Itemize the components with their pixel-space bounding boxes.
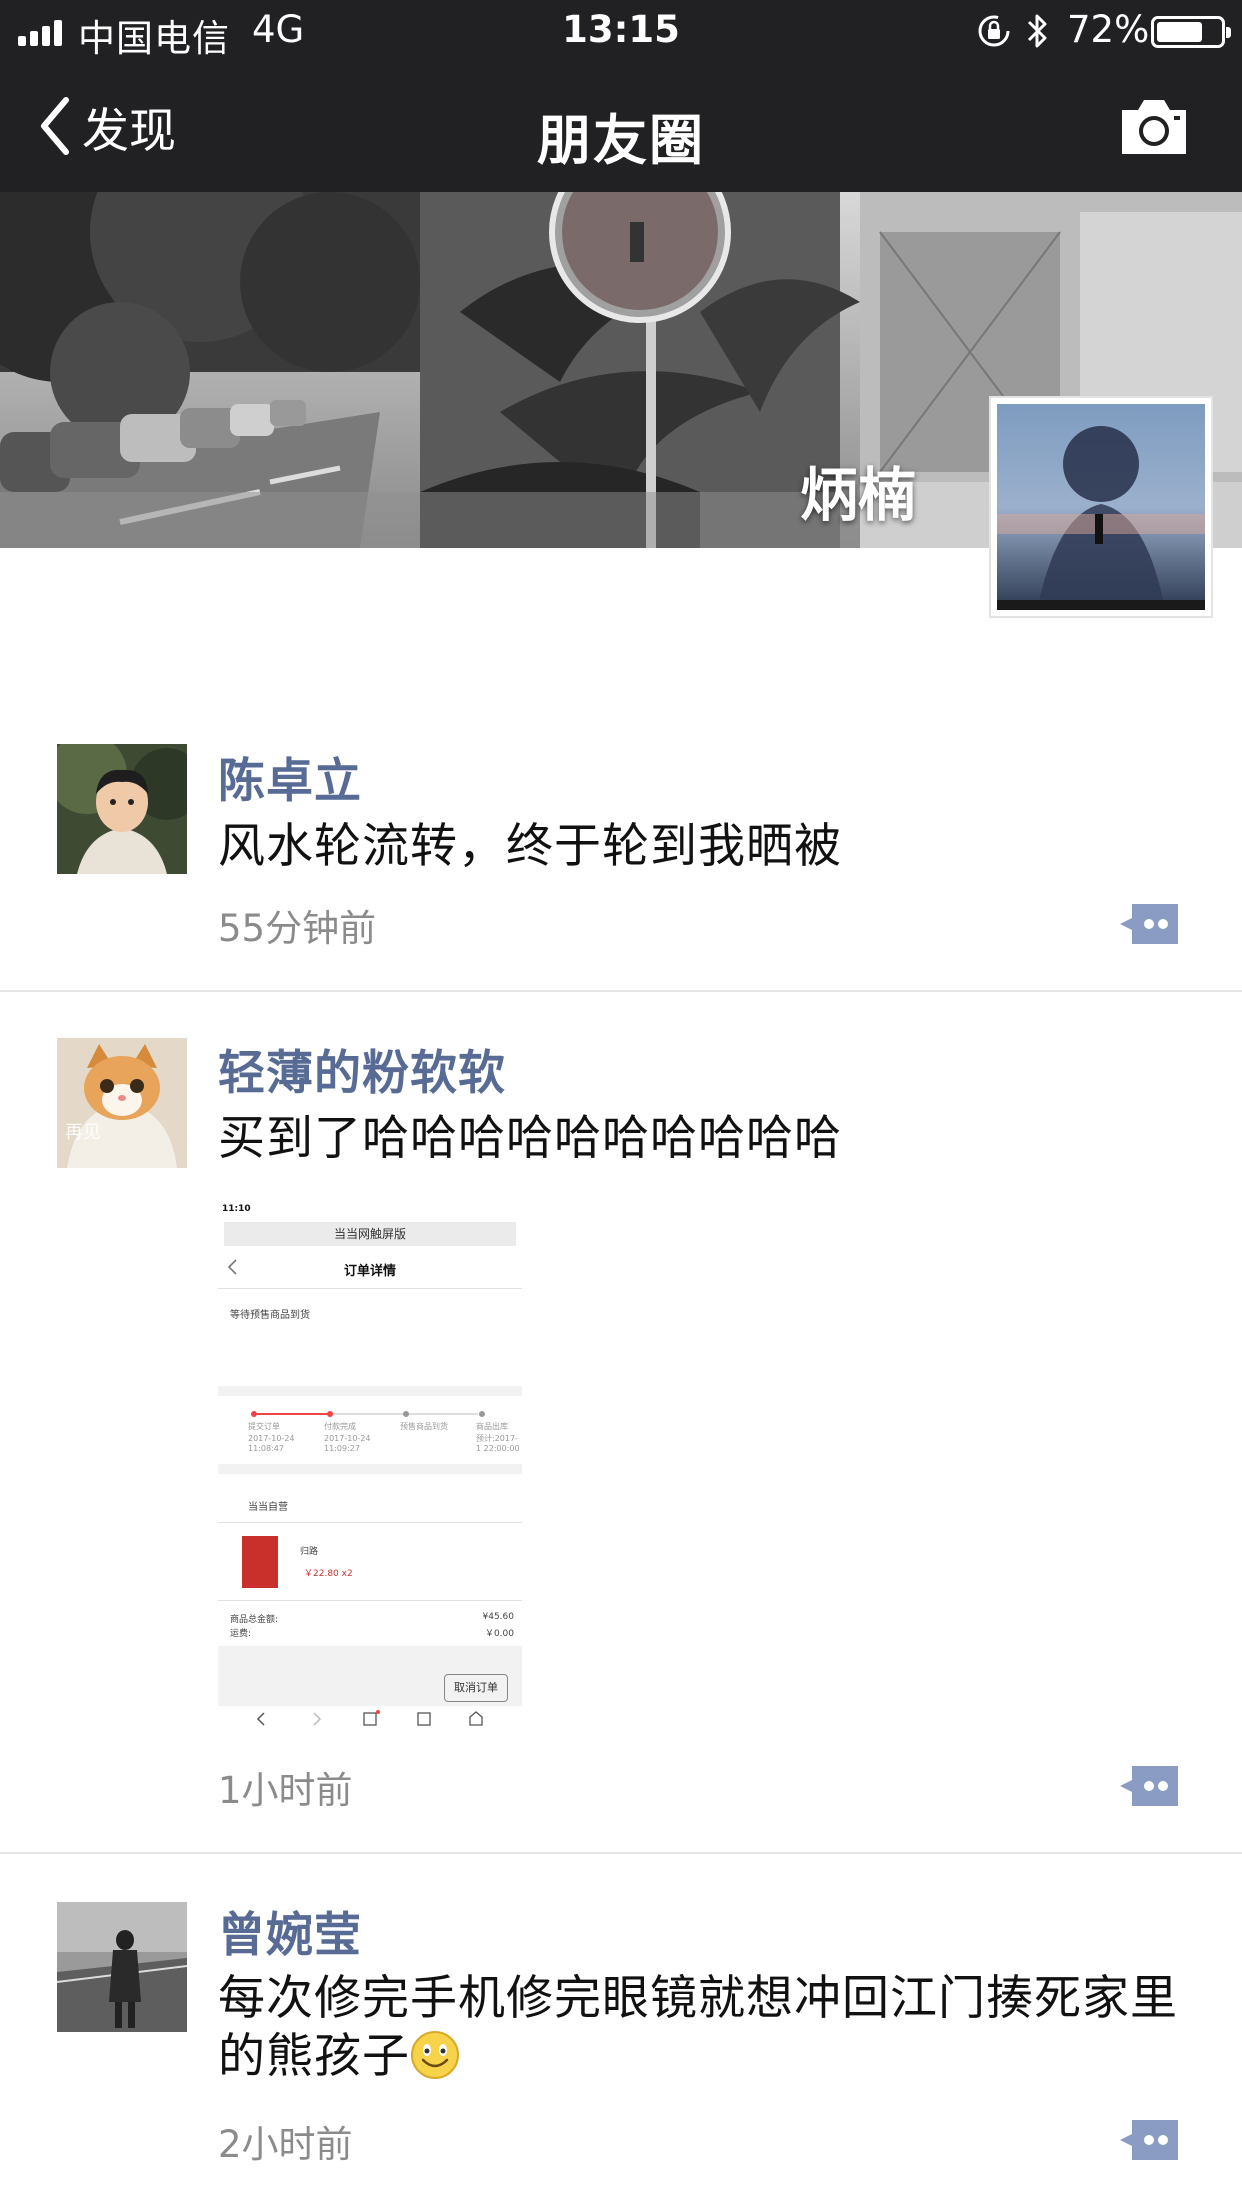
image-shipping-label: 运费: <box>230 1629 252 1639</box>
clock: 13:15 <box>562 8 680 51</box>
post-avatar[interactable]: 再见 <box>57 1038 187 1168</box>
smiley-emoji-icon <box>411 2031 459 2079</box>
comment-button-icon[interactable] <box>1120 904 1178 944</box>
post-time: 2小时前 <box>218 2123 353 2166</box>
post-text: 风水轮流转，终于轮到我晒被 <box>218 819 842 874</box>
image-step-date: 2017-10-24 11:09:27 <box>324 1434 371 1453</box>
image-book-title: 归路 <box>300 1547 319 1557</box>
battery-icon <box>1151 16 1231 48</box>
image-waiting-text: 等待预售商品到货 <box>230 1310 310 1321</box>
image-store-name: 当当自营 <box>248 1502 288 1513</box>
image-total-label: 商品总金额: <box>230 1615 279 1625</box>
moment-post: 再见 轻薄的粉软软 买到了哈哈哈哈哈哈哈哈哈哈 11:10 当当网触屏版 订单详… <box>0 992 1242 1854</box>
comment-button-icon[interactable] <box>1120 1766 1178 1806</box>
image-order-title: 订单详情 <box>343 1264 396 1279</box>
post-avatar[interactable] <box>57 744 187 874</box>
image-step: 付款完成 <box>324 1422 356 1431</box>
image-step-date: 2017-10-24 11:08:47 <box>248 1434 295 1453</box>
image-step: 商品出库 <box>476 1422 508 1431</box>
navigation-bar: 发现 朋友圈 <box>0 60 1242 192</box>
image-step: 预售商品到货 <box>400 1422 448 1431</box>
image-browser-toolbar <box>256 1710 483 1726</box>
svg-text:再见: 再见 <box>65 1122 101 1143</box>
image-address-bar: 当当网触屏版 <box>224 1222 516 1246</box>
camera-icon[interactable] <box>1118 96 1190 158</box>
image-book-price: ￥22.80 x2 <box>304 1569 353 1579</box>
post-text: 买到了哈哈哈哈哈哈哈哈哈哈 <box>218 1111 842 1166</box>
profile-name: 炳楠 <box>800 461 917 529</box>
rotation-lock-icon <box>978 15 1010 47</box>
bluetooth-icon <box>1027 14 1047 48</box>
image-shipping-value: ￥0.00 <box>484 1629 514 1639</box>
post-image[interactable]: 11:10 当当网触屏版 订单详情 等待预售商品到货 提交订单 付款完成 预售商… <box>218 1200 522 1734</box>
battery-percentage: 72% <box>1067 8 1150 51</box>
image-cancel-order: 取消订单 <box>444 1674 508 1702</box>
post-text-body: 每次修完手机修完眼镜就想冲回江门揍死家里的熊孩子 <box>218 1971 1178 2084</box>
moment-post: 曾婉莹 每次修完手机修完眼镜就想冲回江门揍死家里的熊孩子 2小时前 <box>0 1854 1242 2208</box>
status-bar: 中国电信 4G 13:15 72% <box>0 0 1242 60</box>
image-total-value: ¥45.60 <box>482 1612 515 1622</box>
post-username[interactable]: 轻薄的粉软软 <box>218 1034 506 1103</box>
post-username[interactable]: 陈卓立 <box>218 742 362 811</box>
moment-post: 陈卓立 风水轮流转，终于轮到我晒被 55分钟前 <box>0 700 1242 992</box>
page-title: 朋友圈 <box>537 109 705 172</box>
post-avatar[interactable] <box>57 1902 187 2032</box>
post-text: 每次修完手机修完眼镜就想冲回江门揍死家里的熊孩子 <box>218 1970 1178 2086</box>
image-status-time: 11:10 <box>222 1204 251 1214</box>
profile-avatar[interactable] <box>989 396 1213 618</box>
image-book-cover <box>242 1536 278 1588</box>
comment-button-icon[interactable] <box>1120 2120 1178 2160</box>
post-username[interactable]: 曾婉莹 <box>218 1896 362 1965</box>
image-step: 提交订单 <box>248 1422 280 1431</box>
post-time: 55分钟前 <box>218 907 377 950</box>
post-time: 1小时前 <box>218 1769 353 1812</box>
image-step-date: 预计:2017-1 22:00:00 <box>476 1434 520 1453</box>
